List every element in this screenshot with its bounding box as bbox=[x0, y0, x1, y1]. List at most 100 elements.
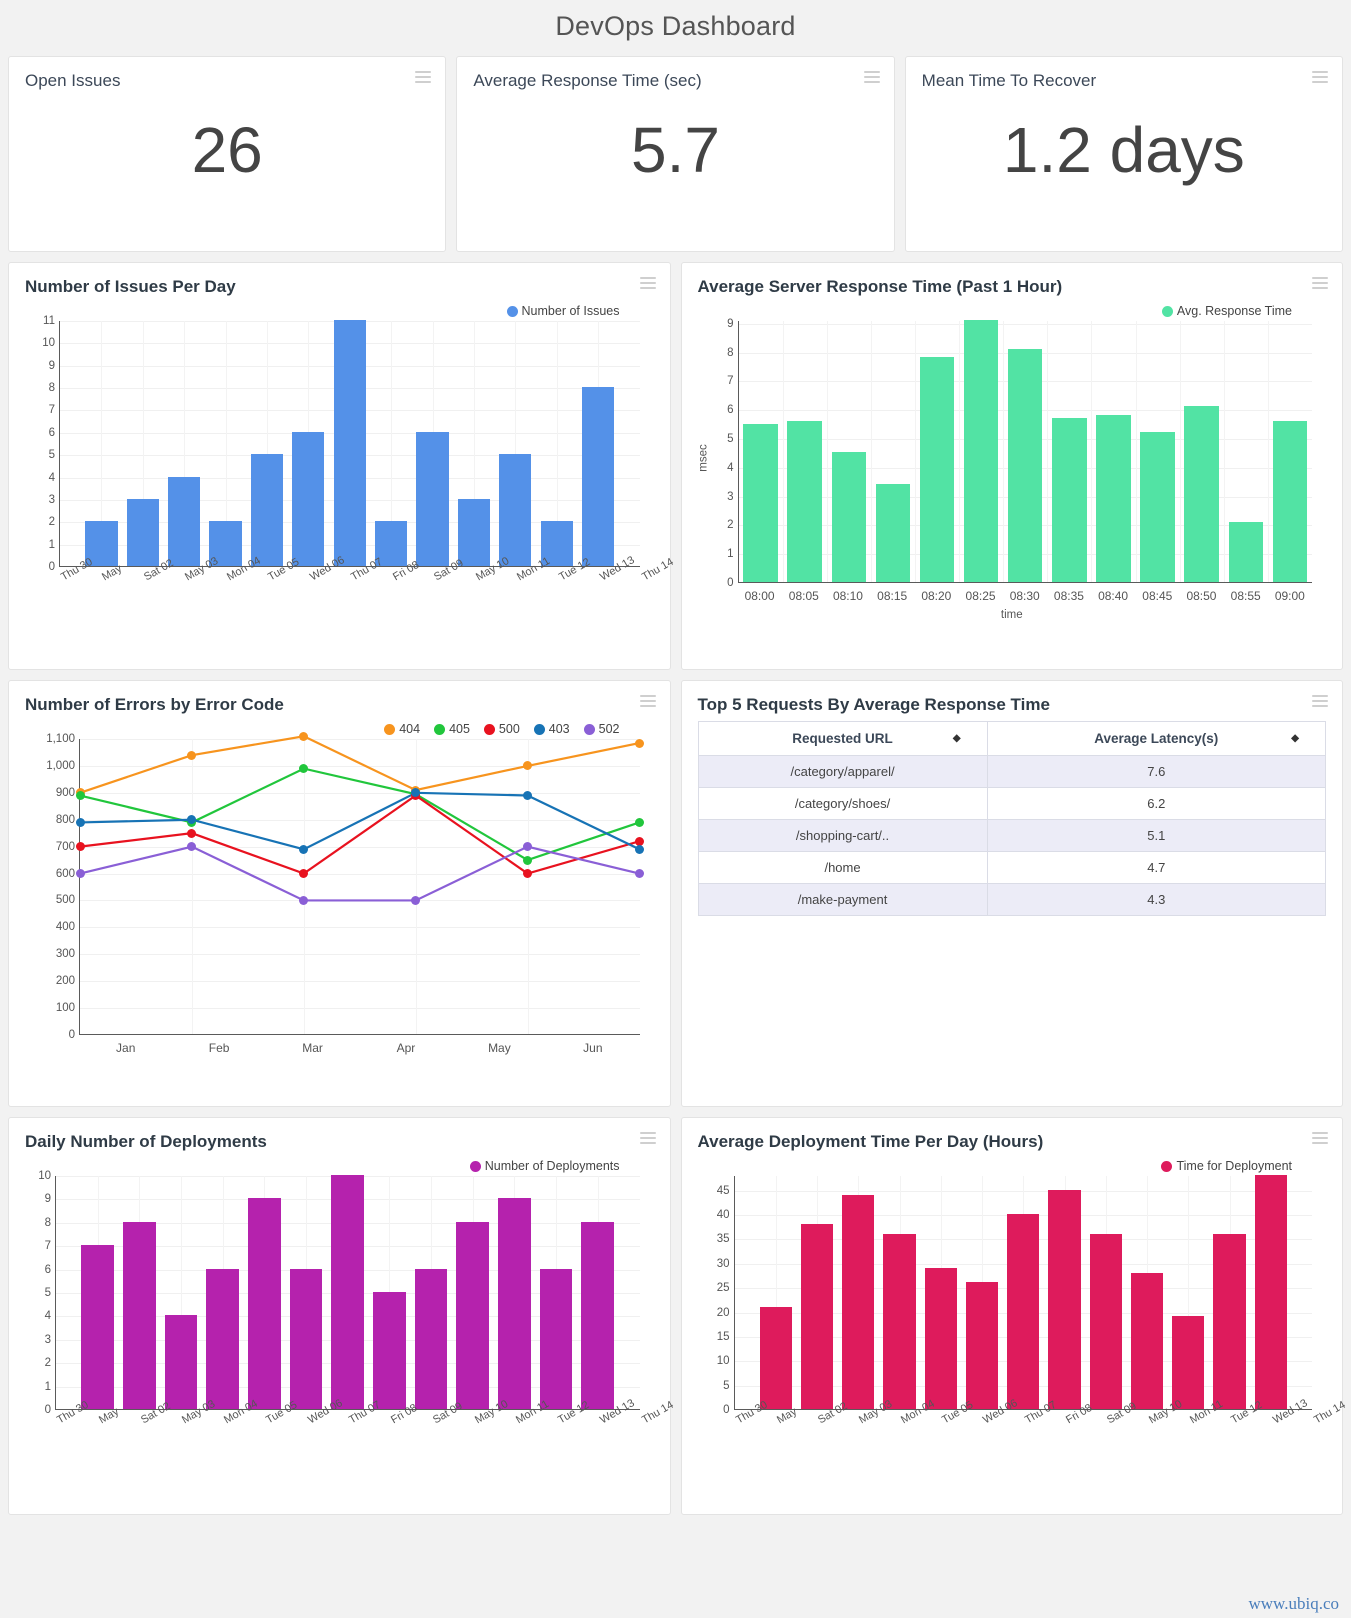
cell-requested-url: /make-payment bbox=[697, 883, 988, 916]
y-axis-tick: 600 bbox=[55, 867, 75, 880]
hamburger-menu-icon[interactable] bbox=[863, 71, 880, 84]
bar[interactable] bbox=[333, 320, 366, 566]
hamburger-menu-icon[interactable] bbox=[1312, 1132, 1328, 1145]
bar[interactable] bbox=[250, 454, 284, 566]
data-point-404[interactable] bbox=[187, 750, 197, 760]
bar[interactable] bbox=[875, 484, 911, 582]
data-point-403[interactable] bbox=[635, 844, 644, 854]
bar[interactable] bbox=[831, 452, 866, 582]
bar-slot bbox=[739, 321, 783, 582]
bar[interactable] bbox=[1130, 1272, 1164, 1409]
bar[interactable] bbox=[168, 476, 201, 566]
table-row[interactable]: /category/apparel/7.6 bbox=[697, 755, 1327, 788]
hamburger-menu-icon[interactable] bbox=[639, 695, 656, 708]
bar[interactable] bbox=[581, 387, 615, 566]
sort-icon[interactable]: ◆ bbox=[1291, 733, 1299, 744]
y-axis-tick: 15 bbox=[716, 1330, 730, 1343]
data-point-500[interactable] bbox=[75, 842, 85, 852]
bar[interactable] bbox=[539, 1268, 573, 1409]
bar[interactable] bbox=[373, 1292, 406, 1409]
bar[interactable] bbox=[787, 420, 822, 582]
bar[interactable] bbox=[1140, 432, 1175, 582]
hamburger-menu-icon[interactable] bbox=[1311, 71, 1328, 84]
column-header-requested-url[interactable]: Requested URL ◆ bbox=[697, 721, 988, 756]
bar[interactable] bbox=[1172, 1316, 1205, 1409]
table-row[interactable]: /category/shoes/6.2 bbox=[697, 787, 1327, 820]
table-row[interactable]: /shopping-cart/.. 5.1 bbox=[697, 819, 1327, 852]
bar[interactable] bbox=[1008, 348, 1043, 582]
table-row[interactable]: /make-payment 4.3 bbox=[697, 883, 1327, 916]
bar[interactable] bbox=[416, 431, 449, 566]
bar[interactable] bbox=[1052, 417, 1087, 582]
bar[interactable] bbox=[1272, 420, 1308, 582]
bar[interactable] bbox=[1007, 1214, 1040, 1409]
hamburger-menu-icon[interactable] bbox=[1312, 695, 1328, 708]
bar[interactable] bbox=[499, 454, 532, 566]
charts-row-1: Number of Issues Per Day Number of Issue… bbox=[8, 262, 1343, 670]
bar[interactable] bbox=[1096, 415, 1131, 582]
bar[interactable] bbox=[883, 1233, 916, 1409]
bar-slot bbox=[1180, 321, 1224, 582]
legend-item[interactable]: Number of Deployments bbox=[469, 1159, 620, 1173]
legend-item[interactable]: 403 bbox=[533, 722, 570, 736]
bar[interactable] bbox=[126, 498, 159, 566]
legend-item[interactable]: Number of Issues bbox=[506, 304, 620, 318]
legend-color-swatch bbox=[384, 723, 396, 735]
data-point-502[interactable] bbox=[75, 869, 85, 879]
line-403[interactable] bbox=[80, 793, 640, 850]
hamburger-menu-icon[interactable] bbox=[639, 277, 656, 290]
legend-item[interactable]: 404 bbox=[384, 722, 420, 736]
bar[interactable] bbox=[206, 1268, 239, 1409]
legend-item[interactable]: 502 bbox=[583, 722, 620, 736]
bar[interactable] bbox=[1213, 1233, 1246, 1409]
bar[interactable] bbox=[800, 1223, 834, 1409]
line-405[interactable] bbox=[80, 769, 640, 860]
data-point-405[interactable] bbox=[523, 855, 533, 865]
bar[interactable] bbox=[414, 1268, 448, 1409]
hamburger-menu-icon[interactable] bbox=[415, 71, 432, 84]
line-502[interactable] bbox=[80, 847, 640, 901]
data-point-405[interactable] bbox=[635, 817, 644, 827]
bar[interactable] bbox=[1048, 1189, 1081, 1409]
legend-label: 500 bbox=[498, 722, 520, 736]
bar[interactable] bbox=[743, 423, 778, 582]
bar[interactable] bbox=[1254, 1175, 1287, 1409]
legend-item[interactable]: Time for Deployment bbox=[1161, 1159, 1292, 1173]
data-point-405[interactable] bbox=[75, 791, 85, 800]
bar[interactable] bbox=[965, 1282, 999, 1409]
x-axis-tick: Jan bbox=[116, 1041, 136, 1055]
bar[interactable] bbox=[123, 1221, 156, 1409]
bar[interactable] bbox=[1228, 521, 1263, 582]
legend-item[interactable]: 500 bbox=[483, 722, 520, 736]
bar[interactable] bbox=[759, 1306, 792, 1409]
y-axis: 0 1 2 3 4 5 6 7 8 9 10 11 bbox=[25, 315, 59, 573]
legend-item[interactable]: 405 bbox=[434, 722, 470, 736]
hamburger-menu-icon[interactable] bbox=[1312, 277, 1328, 290]
table-row[interactable]: /home 4.7 bbox=[697, 851, 1327, 884]
bar[interactable] bbox=[292, 431, 325, 566]
sort-icon[interactable]: ◆ bbox=[953, 733, 961, 744]
legend-item[interactable]: Avg. Response Time bbox=[1161, 304, 1292, 318]
bar[interactable] bbox=[842, 1194, 875, 1409]
bar[interactable] bbox=[924, 1267, 957, 1409]
bar[interactable] bbox=[457, 498, 491, 566]
data-point-502[interactable] bbox=[635, 869, 644, 879]
bar[interactable] bbox=[289, 1268, 323, 1409]
bar[interactable] bbox=[919, 357, 955, 582]
bar[interactable] bbox=[331, 1175, 364, 1409]
line-500[interactable] bbox=[80, 796, 640, 874]
bar[interactable] bbox=[1089, 1233, 1122, 1409]
bar[interactable] bbox=[581, 1221, 614, 1409]
column-header-average-latency[interactable]: Average Latency(s) ◆ bbox=[986, 721, 1327, 756]
bar[interactable] bbox=[498, 1198, 531, 1409]
bar[interactable] bbox=[81, 1245, 114, 1409]
bar[interactable] bbox=[248, 1198, 281, 1409]
bar[interactable] bbox=[963, 320, 999, 582]
hamburger-menu-icon[interactable] bbox=[639, 1132, 656, 1145]
line-404[interactable] bbox=[80, 736, 640, 793]
bar[interactable] bbox=[164, 1315, 198, 1409]
data-point-404[interactable] bbox=[635, 738, 644, 748]
data-point-403[interactable] bbox=[75, 817, 85, 827]
bar[interactable] bbox=[1184, 406, 1219, 582]
bar[interactable] bbox=[456, 1221, 489, 1409]
